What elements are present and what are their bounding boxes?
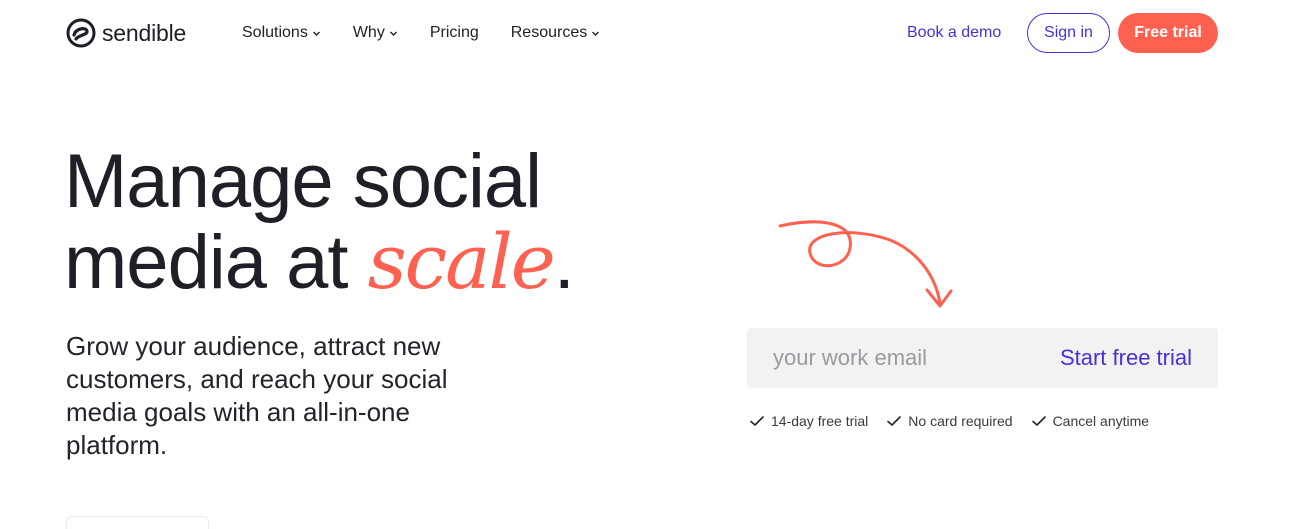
benefit-item: No card required [886, 413, 1013, 429]
hero-subheadline: Grow your audience, attract new customer… [66, 331, 448, 460]
chevron-down-icon [591, 29, 600, 38]
menu-item-label: Pricing [429, 24, 479, 41]
menu-item-resources[interactable]: Resources [511, 24, 600, 42]
menu-item-why[interactable]: Why [353, 24, 398, 42]
menu-item-label: Resources [510, 24, 588, 41]
start-free-trial-button[interactable]: Start free trial [1060, 328, 1192, 388]
sendible-logo-icon [66, 18, 96, 48]
work-email-input[interactable] [773, 328, 1023, 388]
benefit-label: 14-day free trial [771, 413, 869, 429]
main-menu: Solutions Why Pricing Resources [242, 24, 632, 42]
signup-form: Start free trial [747, 328, 1218, 388]
sign-in-button[interactable]: Sign in [1027, 13, 1110, 53]
chevron-down-icon [389, 29, 398, 38]
logo-wordmark: sendible [102, 19, 187, 46]
benefit-item: Cancel anytime [1031, 413, 1150, 429]
menu-item-pricing[interactable]: Pricing [430, 24, 479, 42]
menu-item-label: Why [352, 24, 385, 41]
partially-visible-card [66, 516, 209, 529]
check-icon [887, 416, 902, 426]
hero-headline: Manage social media at scale. [64, 142, 684, 303]
chevron-down-icon [312, 29, 321, 38]
top-navigation: sendible Solutions Why Pricing Resources… [0, 0, 1289, 66]
check-icon [750, 416, 764, 426]
curly-arrow-icon [778, 220, 953, 308]
sendible-logo[interactable]: sendible [66, 18, 186, 48]
benefit-label: No card required [908, 413, 1013, 429]
free-trial-button[interactable]: Free trial [1118, 13, 1218, 53]
headline-period: . [553, 220, 575, 305]
book-demo-link[interactable]: Book a demo [907, 24, 1001, 42]
benefit-item: 14-day free trial [749, 413, 868, 429]
headline-accent-word: scale [367, 217, 556, 306]
headline-line-1: Manage social [64, 139, 542, 224]
headline-line-2-prefix: media at [64, 220, 368, 305]
menu-item-label: Solutions [242, 24, 308, 41]
signup-benefits: 14-day free trial No card required Cance… [749, 413, 1167, 429]
check-icon [1031, 416, 1046, 426]
benefit-label: Cancel anytime [1052, 413, 1150, 429]
menu-item-solutions[interactable]: Solutions [242, 24, 321, 42]
